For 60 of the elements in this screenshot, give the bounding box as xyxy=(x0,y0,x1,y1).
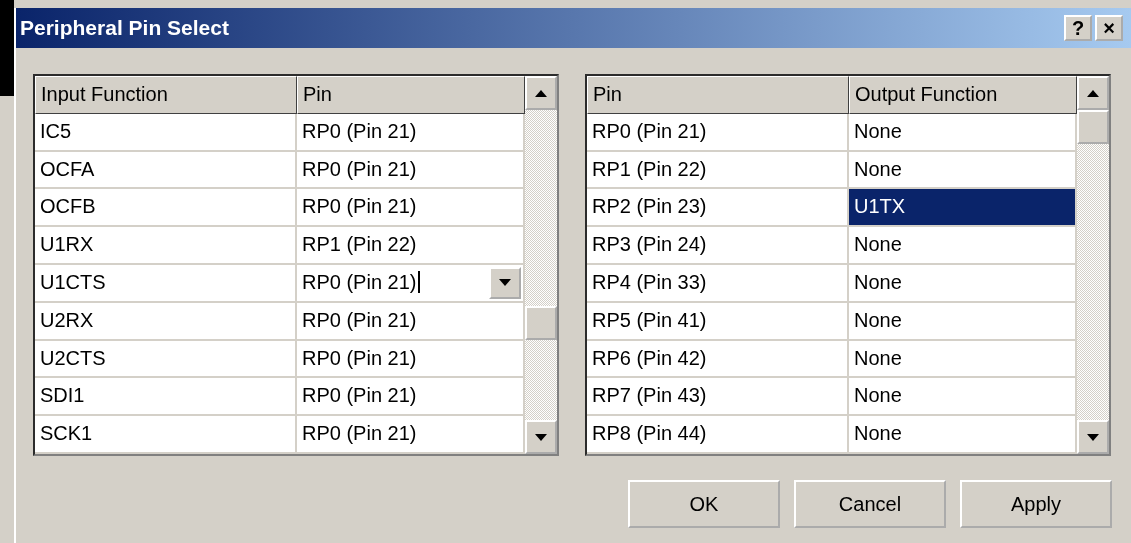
table-cell: OCFA xyxy=(35,151,297,190)
table-cell: RP0 (Pin 21) xyxy=(302,308,417,332)
column-header[interactable]: Input Function xyxy=(35,76,297,114)
up-arrow-icon xyxy=(1087,89,1099,97)
table-cell: OCFB xyxy=(35,189,297,228)
table-cell: RP3 (Pin 24) xyxy=(587,227,849,265)
column-header[interactable]: Pin xyxy=(297,76,525,114)
table-cell: RP4 (Pin 33) xyxy=(587,265,849,303)
up-arrow-icon xyxy=(535,89,547,97)
scrollbar[interactable] xyxy=(525,76,557,454)
table-cell: RP0 (Pin 21) xyxy=(302,157,417,181)
table-cell: U1CTS xyxy=(35,265,297,303)
down-arrow-icon xyxy=(535,433,547,441)
table-cell[interactable]: None xyxy=(849,416,1077,454)
table-cell: RP0 (Pin 21) xyxy=(302,119,417,143)
table-cell: IC5 xyxy=(35,113,297,152)
table-cell: RP8 (Pin 44) xyxy=(587,416,849,454)
table-cell: RP0 (Pin 21) xyxy=(302,346,417,370)
table-cell: RP0 (Pin 21) xyxy=(302,422,417,446)
table-cell: U2CTS xyxy=(35,340,297,379)
scroll-down-button[interactable] xyxy=(525,420,557,454)
table-cell: RP0 (Pin 21) xyxy=(302,384,417,408)
help-button[interactable]: ? xyxy=(1064,15,1092,41)
close-button[interactable]: × xyxy=(1095,15,1123,41)
scroll-up-button[interactable] xyxy=(1077,76,1109,110)
table-cell[interactable]: U1TX xyxy=(849,189,1077,228)
table-cell: U1RX xyxy=(35,227,297,265)
table-cell: RP2 (Pin 23) xyxy=(587,189,849,228)
dropdown-button[interactable] xyxy=(489,267,521,299)
table-cell: RP0 (Pin 21) xyxy=(587,113,849,152)
scroll-thumb[interactable] xyxy=(1077,110,1109,144)
caret-icon xyxy=(499,279,511,287)
column-header[interactable]: Pin xyxy=(587,76,849,114)
table-cell: SCK1 xyxy=(35,416,297,454)
scrollbar[interactable] xyxy=(1077,76,1109,454)
table-cell[interactable]: None xyxy=(849,151,1077,190)
table-cell[interactable]: None xyxy=(849,265,1077,303)
scroll-thumb[interactable] xyxy=(525,306,557,340)
table-cell: RP0 (Pin 21) xyxy=(302,195,417,219)
dialog-button[interactable]: OK xyxy=(628,480,780,528)
table-cell: U2RX xyxy=(35,302,297,341)
table-cell: RP6 (Pin 42) xyxy=(587,340,849,379)
table-cell[interactable]: None xyxy=(849,378,1077,417)
table-cell[interactable]: None xyxy=(849,227,1077,265)
table-cell: RP5 (Pin 41) xyxy=(587,302,849,341)
window-title: Peripheral Pin Select xyxy=(20,16,230,40)
table-cell: RP1 (Pin 22) xyxy=(302,233,417,257)
dialog-button[interactable]: Cancel xyxy=(794,480,946,528)
table-cell[interactable]: None xyxy=(849,113,1077,152)
down-arrow-icon xyxy=(1087,433,1099,441)
table-cell: RP0 (Pin 21) xyxy=(302,271,420,294)
table-cell[interactable]: None xyxy=(849,302,1077,341)
table-cell[interactable]: None xyxy=(849,340,1077,379)
dialog-button[interactable]: Apply xyxy=(960,480,1112,528)
table-cell: RP1 (Pin 22) xyxy=(587,151,849,190)
scroll-down-button[interactable] xyxy=(1077,420,1109,454)
column-header[interactable]: Output Function xyxy=(849,76,1077,114)
scroll-up-button[interactable] xyxy=(525,76,557,110)
table-cell: SDI1 xyxy=(35,378,297,417)
table-cell: RP7 (Pin 43) xyxy=(587,378,849,417)
